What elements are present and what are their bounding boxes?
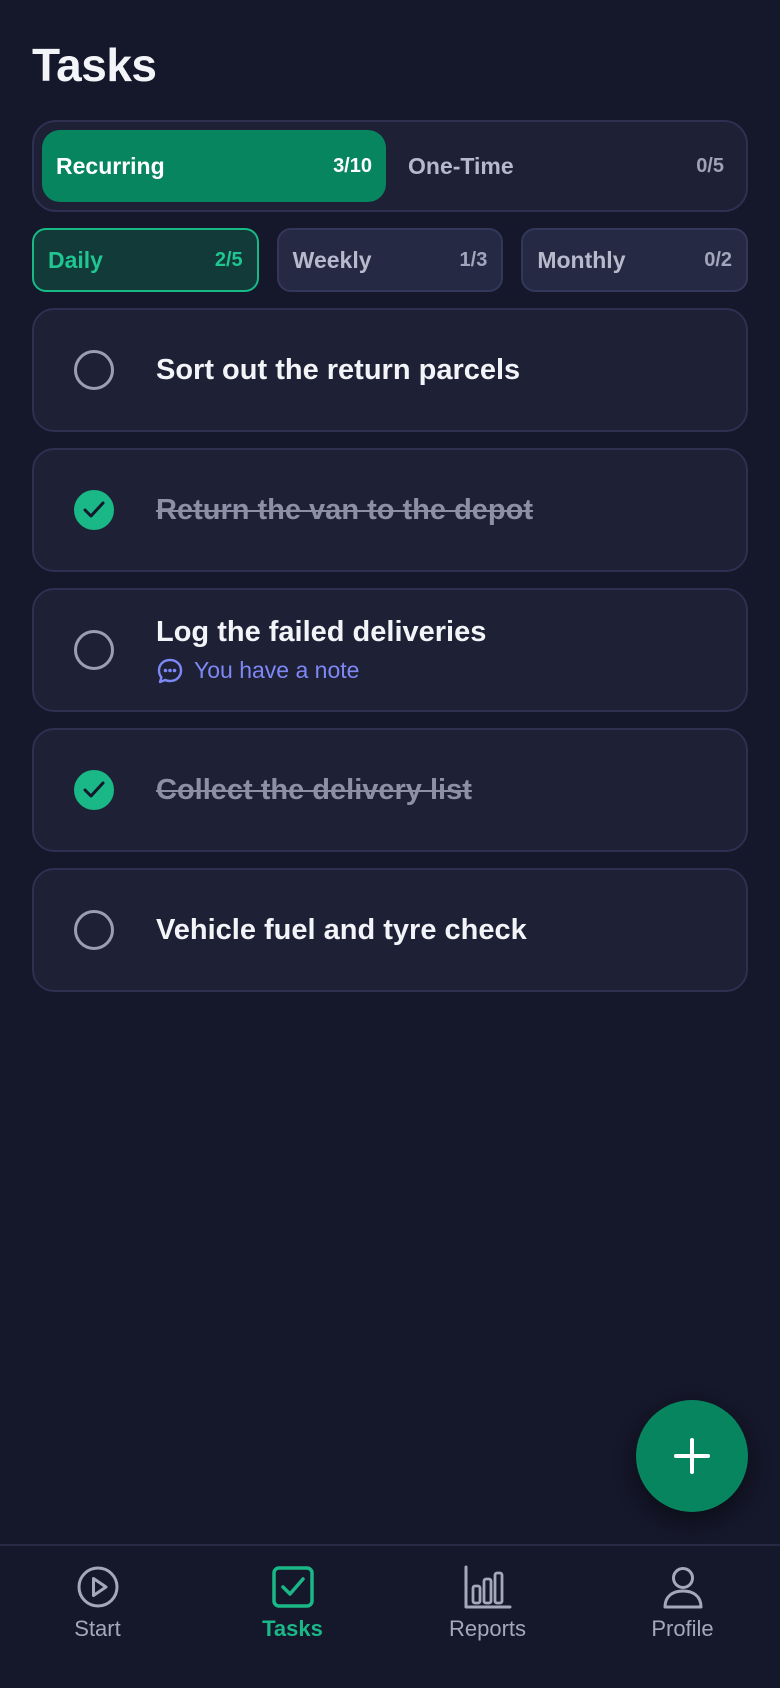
checkmark-icon[interactable] <box>74 770 114 810</box>
task-list: Sort out the return parcels Return the v… <box>32 308 748 1008</box>
filter-label: Monthly <box>537 246 626 273</box>
tab-label: Reports <box>448 1616 527 1641</box>
frequency-filters: Daily 2/5 Weekly 1/3 Monthly 0/2 <box>32 228 749 292</box>
filter-monthly[interactable]: Monthly 0/2 <box>521 228 749 292</box>
bottom-tab-bar: Start Tasks Reports Profile <box>0 1544 780 1688</box>
play-circle-icon <box>77 1566 118 1608</box>
segment-recurring[interactable]: Recurring 3/10 <box>42 130 386 202</box>
checkmark-icon[interactable] <box>74 490 114 530</box>
filter-label: Weekly <box>292 246 372 273</box>
note-label: You have a note <box>194 657 360 683</box>
page-title: Tasks <box>32 39 157 91</box>
tab-profile[interactable]: Profile <box>585 1546 780 1688</box>
task-item[interactable]: Log the failed deliveries You have a not… <box>32 588 748 712</box>
task-title: Return the van to the depot <box>156 493 533 526</box>
segment-one-time[interactable]: One-Time 0/5 <box>394 130 738 202</box>
task-title: Log the failed deliveries <box>156 615 487 648</box>
task-item[interactable]: Collect the delivery list <box>32 728 748 852</box>
add-task-button[interactable] <box>636 1400 748 1512</box>
segment-label: One-Time <box>408 152 514 179</box>
task-item[interactable]: Vehicle fuel and tyre check <box>32 868 748 992</box>
bar-chart-icon <box>464 1565 511 1609</box>
tab-start[interactable]: Start <box>0 1546 195 1688</box>
task-title: Vehicle fuel and tyre check <box>156 913 527 946</box>
segment-count: 0/5 <box>696 154 724 177</box>
filter-daily[interactable]: Daily 2/5 <box>32 228 259 292</box>
task-type-segmented-control: Recurring 3/10 One-Time 0/5 <box>32 120 748 212</box>
segment-label: Recurring <box>56 152 165 179</box>
tab-label: Start <box>74 1616 121 1641</box>
task-title: Collect the delivery list <box>156 773 472 806</box>
checkbox-icon <box>271 1566 314 1608</box>
task-title: Sort out the return parcels <box>156 353 521 386</box>
filter-label: Daily <box>48 246 103 273</box>
filter-weekly[interactable]: Weekly 1/3 <box>276 228 504 292</box>
task-item[interactable]: Sort out the return parcels <box>32 308 748 432</box>
user-icon <box>663 1567 702 1609</box>
filter-count: 1/3 <box>459 248 488 271</box>
filter-count: 2/5 <box>214 248 243 271</box>
checkbox-empty-icon[interactable] <box>74 350 114 390</box>
tab-label: Tasks <box>262 1616 323 1641</box>
task-note[interactable]: You have a note <box>156 657 486 685</box>
tab-tasks[interactable]: Tasks <box>195 1546 390 1688</box>
task-item[interactable]: Return the van to the depot <box>32 448 748 572</box>
filter-count: 0/2 <box>704 248 733 271</box>
checkbox-empty-icon[interactable] <box>74 630 114 670</box>
plus-icon <box>674 1438 710 1474</box>
segment-count: 3/10 <box>333 154 372 177</box>
tasks-screen: Tasks Recurring 3/10 One-Time 0/5 Daily … <box>0 0 780 1688</box>
chat-bubble-icon <box>157 658 183 683</box>
tab-label: Profile <box>651 1616 714 1641</box>
checkbox-empty-icon[interactable] <box>74 910 114 950</box>
tab-reports[interactable]: Reports <box>390 1546 585 1688</box>
